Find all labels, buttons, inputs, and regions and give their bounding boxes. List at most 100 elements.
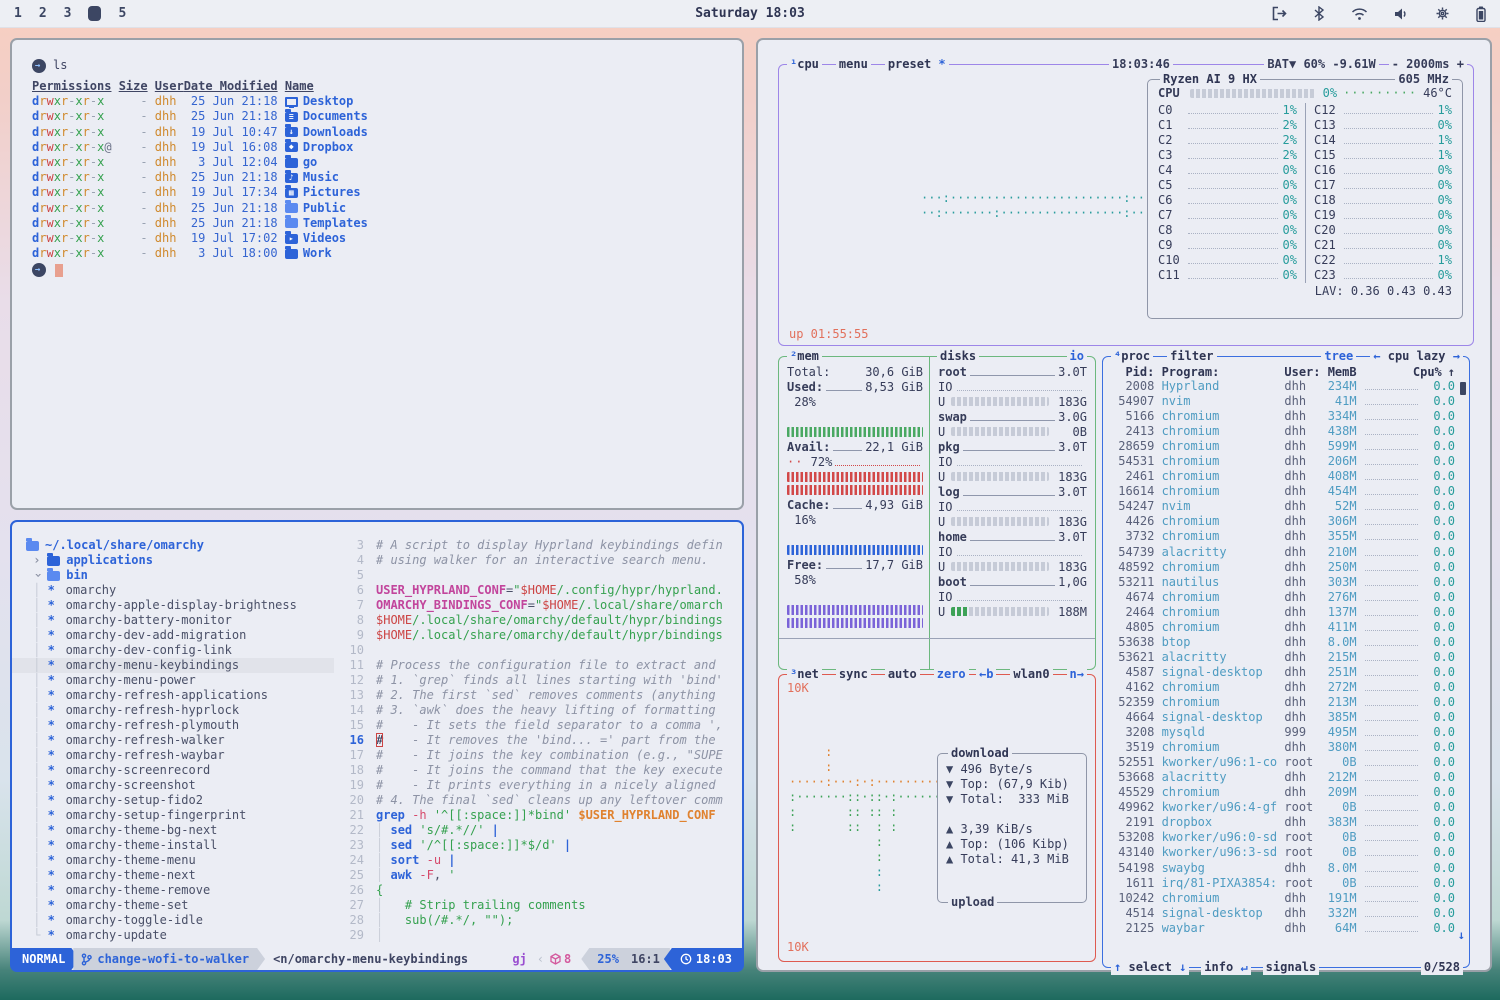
workspace-switcher[interactable]: 1 2 3 5 (14, 6, 126, 21)
info-button[interactable]: info ↵ (1201, 960, 1250, 975)
tree-item-omarchy-dev-config-link[interactable]: │*omarchy-dev-config-link (26, 643, 334, 658)
process-row[interactable]: 54907nvimdhh41M0.0 (1111, 394, 1455, 409)
tree-item-omarchy-update[interactable]: └*omarchy-update (26, 928, 334, 943)
terminal-window[interactable]: ls PermissionsSizeUserDate ModifiedName … (10, 38, 744, 510)
bluetooth-icon[interactable] (1313, 6, 1325, 21)
process-table[interactable]: 2008Hyprlanddhh234M0.054907nvimdhh41M0.0… (1103, 379, 1469, 936)
process-row[interactable]: 4674chromiumdhh276M0.0 (1111, 590, 1455, 605)
net-prev-iface-button[interactable]: ←b (976, 667, 996, 682)
file-tree[interactable]: ~/.local/share/omarchy ›applications ›bi… (12, 522, 334, 948)
process-row[interactable]: 4162chromiumdhh272M0.0 (1111, 680, 1455, 695)
wifi-icon[interactable] (1351, 7, 1368, 21)
process-row[interactable]: 28659chromiumdhh599M0.0 (1111, 439, 1455, 454)
volume-icon[interactable] (1394, 7, 1409, 21)
proc-tree-button[interactable]: tree (1321, 349, 1356, 364)
scroll-more-arrow[interactable]: ↓ (1458, 928, 1465, 943)
process-row[interactable]: 3519chromiumdhh380M0.0 (1111, 740, 1455, 755)
process-row[interactable]: 52551kworker/u96:1-coroot0B0.0 (1111, 755, 1455, 770)
net-zero-button[interactable]: zero (934, 667, 969, 682)
net-sync-button[interactable]: sync (836, 667, 871, 682)
tree-item-omarchy-theme-next[interactable]: │*omarchy-theme-next (26, 868, 334, 883)
process-row[interactable]: 2125waybardhh64M0.0 (1111, 921, 1455, 936)
process-row[interactable]: 1611irq/81-PIXA3854:root0B0.0 (1111, 876, 1455, 891)
tree-item-omarchy-menu-keybindings[interactable]: │*omarchy-menu-keybindings (12, 658, 334, 673)
tree-item-omarchy-dev-add-migration[interactable]: │*omarchy-dev-add-migration (26, 628, 334, 643)
net-auto-button[interactable]: auto (885, 667, 920, 682)
tree-item-omarchy-theme-remove[interactable]: │*omarchy-theme-remove (26, 883, 334, 898)
process-row[interactable]: 4426chromiumdhh306M0.0 (1111, 514, 1455, 529)
tree-item-omarchy[interactable]: │*omarchy (26, 583, 334, 598)
tree-item-omarchy-screenshot[interactable]: │*omarchy-screenshot (26, 778, 334, 793)
tree-item-omarchy-refresh-waybar[interactable]: │*omarchy-refresh-waybar (26, 748, 334, 763)
process-row[interactable]: 2191dropboxdhh383M0.0 (1111, 815, 1455, 830)
logout-icon[interactable] (1271, 6, 1287, 21)
gear-icon[interactable] (1435, 6, 1450, 21)
workspace-2[interactable]: 2 (39, 6, 47, 21)
tree-item-omarchy-menu-power[interactable]: │*omarchy-menu-power (26, 673, 334, 688)
tree-item-omarchy-toggle-idle[interactable]: │*omarchy-toggle-idle (26, 913, 334, 928)
net-next-iface-button[interactable]: n→ (1067, 667, 1087, 682)
tree-item-omarchy-screenrecord[interactable]: │*omarchy-screenrecord (26, 763, 334, 778)
refresh-rate-control[interactable]: - 2000ms + (1389, 57, 1467, 72)
tree-item-omarchy-setup-fido2[interactable]: │*omarchy-setup-fido2 (26, 793, 334, 808)
system-monitor-window[interactable]: ¹cpu menu preset * 18:03:46 BAT▼ 60% -9.… (756, 38, 1492, 972)
tree-item-omarchy-refresh-applications[interactable]: │*omarchy-refresh-applications (26, 688, 334, 703)
process-row[interactable]: 4805chromiumdhh411M0.0 (1111, 620, 1455, 635)
process-row[interactable]: 4587signal-desktopdhh251M0.0 (1111, 665, 1455, 680)
process-row[interactable]: 45529chromiumdhh209M0.0 (1111, 785, 1455, 800)
signals-button[interactable]: signals (1263, 960, 1320, 975)
process-row[interactable]: 52359chromiumdhh213M0.0 (1111, 695, 1455, 710)
tree-item-omarchy-setup-fingerprint[interactable]: │*omarchy-setup-fingerprint (26, 808, 334, 823)
tree-item-omarchy-theme-menu[interactable]: │*omarchy-theme-menu (26, 853, 334, 868)
process-row[interactable]: 4514signal-desktopdhh332M0.0 (1111, 906, 1455, 921)
process-row[interactable]: 53668alacrittydhh212M0.0 (1111, 770, 1455, 785)
tree-item-omarchy-theme-install[interactable]: │*omarchy-theme-install (26, 838, 334, 853)
process-row[interactable]: 16614chromiumdhh454M0.0 (1111, 484, 1455, 499)
process-row[interactable]: 54531chromiumdhh206M0.0 (1111, 454, 1455, 469)
process-row[interactable]: 3732chromiumdhh355M0.0 (1111, 529, 1455, 544)
proc-sort-nav[interactable]: ← cpu lazy → (1370, 349, 1463, 364)
workspace-5[interactable]: 5 (118, 6, 126, 21)
process-row[interactable]: 48592chromiumdhh250M0.0 (1111, 560, 1455, 575)
process-row[interactable]: 2464chromiumdhh137M0.0 (1111, 605, 1455, 620)
tree-item-omarchy-refresh-walker[interactable]: │*omarchy-refresh-walker (26, 733, 334, 748)
process-row[interactable]: 5166chromiumdhh334M0.0 (1111, 409, 1455, 424)
code-editor[interactable]: 3# A script to display Hyprland keybindi… (334, 522, 742, 948)
tree-item-omarchy-refresh-plymouth[interactable]: │*omarchy-refresh-plymouth (26, 718, 334, 733)
process-row[interactable]: 53211nautilusdhh303M0.0 (1111, 575, 1455, 590)
menu-button[interactable]: menu (836, 57, 871, 72)
process-row[interactable]: 3208mysqld999495M0.0 (1111, 725, 1455, 740)
tree-folder-applications[interactable]: ›applications (26, 553, 334, 568)
process-row[interactable]: 2461chromiumdhh408M0.0 (1111, 469, 1455, 484)
cpu-panel-title[interactable]: ¹cpu (787, 57, 822, 72)
workspace-1[interactable]: 1 (14, 6, 22, 21)
tree-folder-bin[interactable]: ›bin (26, 568, 334, 583)
process-row[interactable]: 53208kworker/u96:0-sdroot0B0.0 (1111, 830, 1455, 845)
preset-button[interactable]: preset * (885, 57, 949, 72)
proc-panel-title[interactable]: ⁴proc (1111, 349, 1153, 364)
process-row[interactable]: 53638btopdhh8.0M0.0 (1111, 635, 1455, 650)
process-scrollbar[interactable] (1460, 382, 1466, 395)
process-row[interactable]: 43140kworker/u96:3-sdroot0B0.0 (1111, 845, 1455, 860)
process-row[interactable]: 53621alacrittydhh215M0.0 (1111, 650, 1455, 665)
process-row[interactable]: 54198swaybgdhh8.0M0.0 (1111, 861, 1455, 876)
tree-item-omarchy-apple-display-brightness[interactable]: │*omarchy-apple-display-brightness (26, 598, 334, 613)
process-row[interactable]: 49962kworker/u96:4-gfroot0B0.0 (1111, 800, 1455, 815)
battery-icon[interactable] (1476, 6, 1486, 22)
tree-item-omarchy-theme-set[interactable]: │*omarchy-theme-set (26, 898, 334, 913)
select-button[interactable]: ↑ select ↓ (1111, 960, 1189, 975)
tree-item-omarchy-refresh-hyprlock[interactable]: │*omarchy-refresh-hyprlock (26, 703, 334, 718)
tree-root[interactable]: ~/.local/share/omarchy (26, 538, 334, 553)
proc-filter-button[interactable]: filter (1167, 349, 1216, 364)
editor-window[interactable]: ~/.local/share/omarchy ›applications ›bi… (10, 520, 744, 972)
process-row[interactable]: 54247nvimdhh52M0.0 (1111, 499, 1455, 514)
tree-item-omarchy-battery-monitor[interactable]: │*omarchy-battery-monitor (26, 613, 334, 628)
process-row[interactable]: 2008Hyprlanddhh234M0.0 (1111, 379, 1455, 394)
workspace-3[interactable]: 3 (64, 6, 72, 21)
process-row[interactable]: 4664signal-desktopdhh385M0.0 (1111, 710, 1455, 725)
net-panel-title[interactable]: ³net (787, 667, 822, 682)
tree-item-omarchy-theme-bg-next[interactable]: │*omarchy-theme-bg-next (26, 823, 334, 838)
process-row[interactable]: 10242chromiumdhh191M0.0 (1111, 891, 1455, 906)
process-row[interactable]: 2413chromiumdhh438M0.0 (1111, 424, 1455, 439)
process-row[interactable]: 54739alacrittydhh210M0.0 (1111, 545, 1455, 560)
